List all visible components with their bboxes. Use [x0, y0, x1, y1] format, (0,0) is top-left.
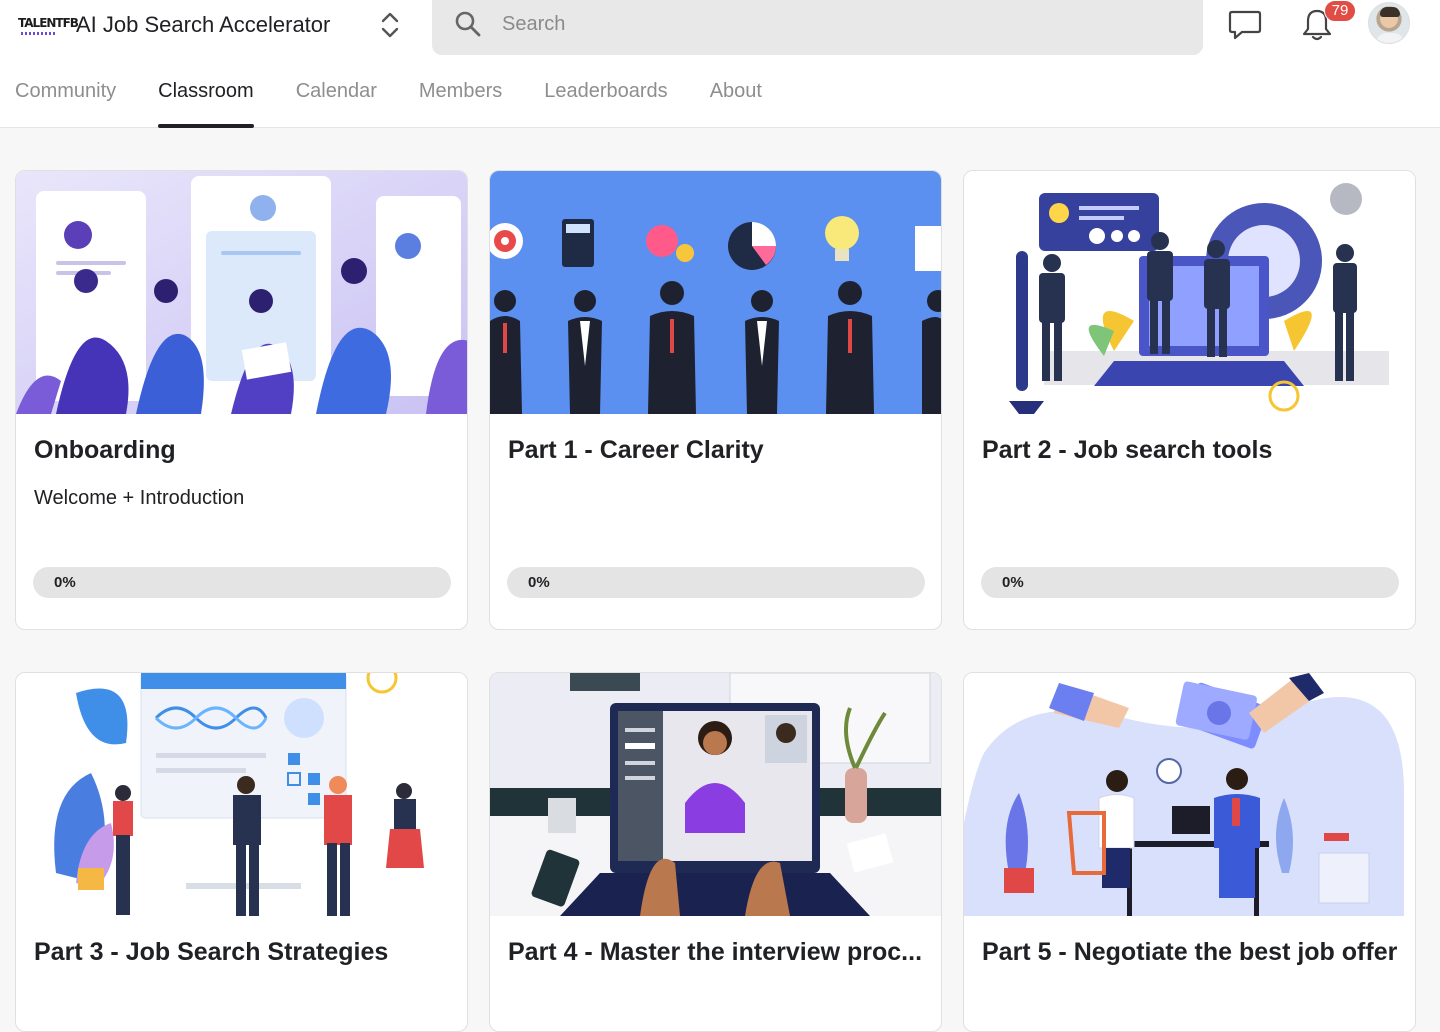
group-switcher-icon[interactable] [377, 10, 403, 40]
progress-label: 0% [54, 574, 76, 591]
tab-classroom[interactable]: Classroom [158, 70, 254, 128]
course-card-negotiate-job-offer[interactable]: Part 5 - Negotiate the best job offer [963, 672, 1416, 1032]
tab-calendar[interactable]: Calendar [296, 70, 377, 128]
course-title: Part 2 - Job search tools [982, 436, 1273, 464]
tab-leaderboards[interactable]: Leaderboards [544, 70, 667, 128]
progress-bar: 0% [33, 567, 451, 598]
course-title: Part 5 - Negotiate the best job offer [982, 938, 1398, 966]
course-title: Part 1 - Career Clarity [508, 436, 764, 464]
progress-label: 0% [1002, 574, 1024, 591]
course-description: Welcome + Introduction [34, 487, 245, 509]
course-title: Part 3 - Job Search Strategies [34, 938, 389, 966]
tab-about[interactable]: About [710, 70, 762, 128]
course-thumbnail [16, 673, 467, 916]
search-bar[interactable] [432, 0, 1203, 55]
course-thumbnail [964, 673, 1415, 916]
course-card-career-clarity[interactable]: Part 1 - Career Clarity 0% [489, 170, 942, 630]
logo-text: TALENTFB [18, 16, 79, 30]
group-name[interactable]: AI Job Search Accelerator [76, 12, 330, 38]
logo-underline [21, 32, 55, 35]
course-thumbnail [490, 673, 941, 916]
avatar-shirt [1375, 33, 1405, 43]
chat-icon[interactable] [1228, 6, 1262, 42]
search-icon [454, 10, 482, 43]
avatar[interactable] [1368, 2, 1410, 44]
notification-badge[interactable]: 79 [1324, 0, 1356, 22]
course-card-onboarding[interactable]: Onboarding Welcome + Introduction 0% [15, 170, 468, 630]
search-input[interactable] [502, 8, 1182, 40]
course-card-job-search-tools[interactable]: Part 2 - Job search tools 0% [963, 170, 1416, 630]
progress-bar: 0% [981, 567, 1399, 598]
tab-community[interactable]: Community [15, 70, 116, 128]
progress-label: 0% [528, 574, 550, 591]
course-thumbnail [964, 171, 1415, 414]
course-card-master-the-interview[interactable]: Part 4 - Master the interview proc... [489, 672, 942, 1032]
course-title: Part 4 - Master the interview proc... [508, 938, 923, 966]
course-card-job-search-strategies[interactable]: Part 3 - Job Search Strategies [15, 672, 468, 1032]
progress-bar: 0% [507, 567, 925, 598]
course-title: Onboarding [34, 436, 176, 464]
talentfb-logo[interactable]: TALENTFB [18, 10, 79, 40]
top-header: TALENTFB AI Job Search Accelerator 79 [0, 0, 1440, 128]
tab-members[interactable]: Members [419, 70, 502, 128]
avatar-hair [1380, 7, 1400, 17]
brand[interactable]: TALENTFB AI Job Search Accelerator [18, 8, 330, 42]
course-thumbnail [490, 171, 941, 414]
nav-tabs: Community Classroom Calendar Members Lea… [15, 70, 804, 128]
course-thumbnail [16, 171, 467, 414]
